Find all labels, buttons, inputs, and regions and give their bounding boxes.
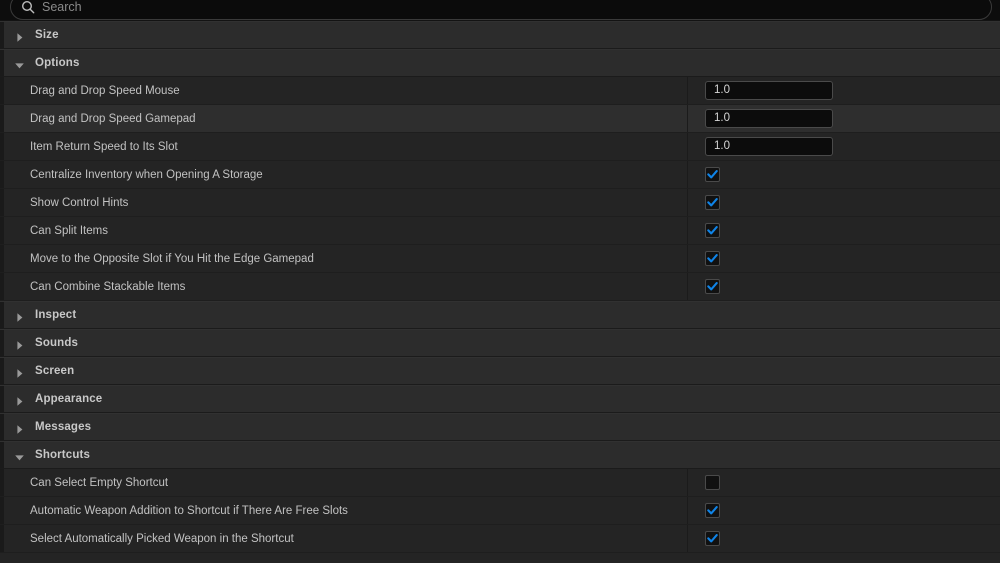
property-name-cell: Drag and Drop Speed Mouse [0, 77, 688, 104]
property-name-cell: Select Automatically Picked Weapon in th… [0, 525, 688, 552]
number-input-value: 1.0 [714, 111, 730, 124]
property-name-cell: Move to the Opposite Slot if You Hit the… [0, 245, 688, 272]
category-label: Inspect [35, 309, 77, 321]
property-label: Centralize Inventory when Opening A Stor… [30, 168, 263, 181]
property-value-cell [688, 161, 1000, 188]
property-value-cell: 1.0 [688, 105, 1000, 132]
property-value-cell [688, 245, 1000, 272]
property-value-cell: 1.0 [688, 133, 1000, 160]
triangle-right-icon[interactable] [14, 338, 25, 350]
property-row[interactable]: Can Combine Stackable Items [0, 273, 1000, 301]
property-row[interactable]: Centralize Inventory when Opening A Stor… [0, 161, 1000, 189]
category-header-inspect[interactable]: Inspect [0, 301, 1000, 329]
triangle-down-icon[interactable] [14, 450, 25, 461]
triangle-right-icon[interactable] [14, 394, 25, 406]
property-value-cell [688, 217, 1000, 244]
category-header-screen[interactable]: Screen [0, 357, 1000, 385]
number-input-value: 1.0 [714, 83, 730, 96]
details-panel: Search Size Options Drag and Drop Speed Mo… [0, 0, 1000, 563]
property-value-cell: 1.0 [688, 77, 1000, 104]
property-value-cell [688, 469, 1000, 496]
property-value-cell [688, 497, 1000, 524]
property-row[interactable]: Select Automatically Picked Weapon in th… [0, 525, 1000, 553]
triangle-right-icon[interactable] [14, 366, 25, 378]
property-row[interactable]: Drag and Drop Speed Mouse 1.0 [0, 77, 1000, 105]
number-input[interactable]: 1.0 [705, 109, 833, 128]
checkbox-checked[interactable] [705, 167, 720, 182]
search-icon [21, 0, 35, 14]
property-label: Item Return Speed to Its Slot [30, 140, 178, 153]
category-label: Sounds [35, 337, 79, 349]
property-value-cell [688, 189, 1000, 216]
triangle-down-icon[interactable] [14, 58, 25, 69]
category-label: Messages [35, 421, 92, 433]
property-row[interactable]: Item Return Speed to Its Slot 1.0 [0, 133, 1000, 161]
property-name-cell: Automatic Weapon Addition to Shortcut if… [0, 497, 688, 524]
property-value-cell [688, 525, 1000, 552]
property-label: Drag and Drop Speed Gamepad [30, 112, 196, 125]
checkbox-checked[interactable] [705, 503, 720, 518]
category-header-options[interactable]: Options [0, 49, 1000, 77]
property-value-cell [688, 273, 1000, 300]
category-label: Options [35, 57, 80, 69]
property-row[interactable]: Can Split Items [0, 217, 1000, 245]
category-header-sounds[interactable]: Sounds [0, 329, 1000, 357]
search-placeholder: Search [42, 0, 82, 14]
number-input[interactable]: 1.0 [705, 81, 833, 100]
checkbox-checked[interactable] [705, 279, 720, 294]
search-bar: Search [0, 0, 1000, 21]
property-row[interactable]: Drag and Drop Speed Gamepad 1.0 [0, 105, 1000, 133]
category-label: Appearance [35, 393, 103, 405]
category-header-appearance[interactable]: Appearance [0, 385, 1000, 413]
property-label: Can Split Items [30, 224, 108, 237]
category-label: Size [35, 29, 59, 41]
category-header-messages[interactable]: Messages [0, 413, 1000, 441]
property-row[interactable]: Show Control Hints [0, 189, 1000, 217]
property-row[interactable]: Automatic Weapon Addition to Shortcut if… [0, 497, 1000, 525]
category-label: Shortcuts [35, 449, 91, 461]
property-name-cell: Show Control Hints [0, 189, 688, 216]
triangle-right-icon[interactable] [14, 310, 25, 322]
search-input[interactable]: Search [10, 0, 992, 20]
checkbox-checked[interactable] [705, 531, 720, 546]
property-name-cell: Item Return Speed to Its Slot [0, 133, 688, 160]
category-label: Screen [35, 365, 75, 377]
checkbox-checked[interactable] [705, 223, 720, 238]
property-label: Move to the Opposite Slot if You Hit the… [30, 252, 314, 265]
property-name-cell: Can Select Empty Shortcut [0, 469, 688, 496]
checkbox-unchecked[interactable] [705, 475, 720, 490]
property-name-cell: Centralize Inventory when Opening A Stor… [0, 161, 688, 188]
triangle-right-icon[interactable] [14, 30, 25, 42]
property-label: Show Control Hints [30, 196, 129, 209]
property-label: Automatic Weapon Addition to Shortcut if… [30, 504, 348, 517]
triangle-right-icon[interactable] [14, 422, 25, 434]
category-header-shortcuts[interactable]: Shortcuts [0, 441, 1000, 469]
property-list[interactable]: Size Options Drag and Drop Speed Mouse 1.0 D… [0, 21, 1000, 563]
property-label: Can Combine Stackable Items [30, 280, 186, 293]
property-row[interactable]: Can Select Empty Shortcut [0, 469, 1000, 497]
checkbox-checked[interactable] [705, 251, 720, 266]
property-name-cell: Drag and Drop Speed Gamepad [0, 105, 688, 132]
property-name-cell: Can Combine Stackable Items [0, 273, 688, 300]
number-input-value: 1.0 [714, 139, 730, 152]
category-header-size[interactable]: Size [0, 21, 1000, 49]
property-label: Drag and Drop Speed Mouse [30, 84, 180, 97]
checkbox-checked[interactable] [705, 195, 720, 210]
property-name-cell: Can Split Items [0, 217, 688, 244]
property-label: Can Select Empty Shortcut [30, 476, 169, 489]
property-row[interactable]: Move to the Opposite Slot if You Hit the… [0, 245, 1000, 273]
property-label: Select Automatically Picked Weapon in th… [30, 532, 294, 545]
number-input[interactable]: 1.0 [705, 137, 833, 156]
